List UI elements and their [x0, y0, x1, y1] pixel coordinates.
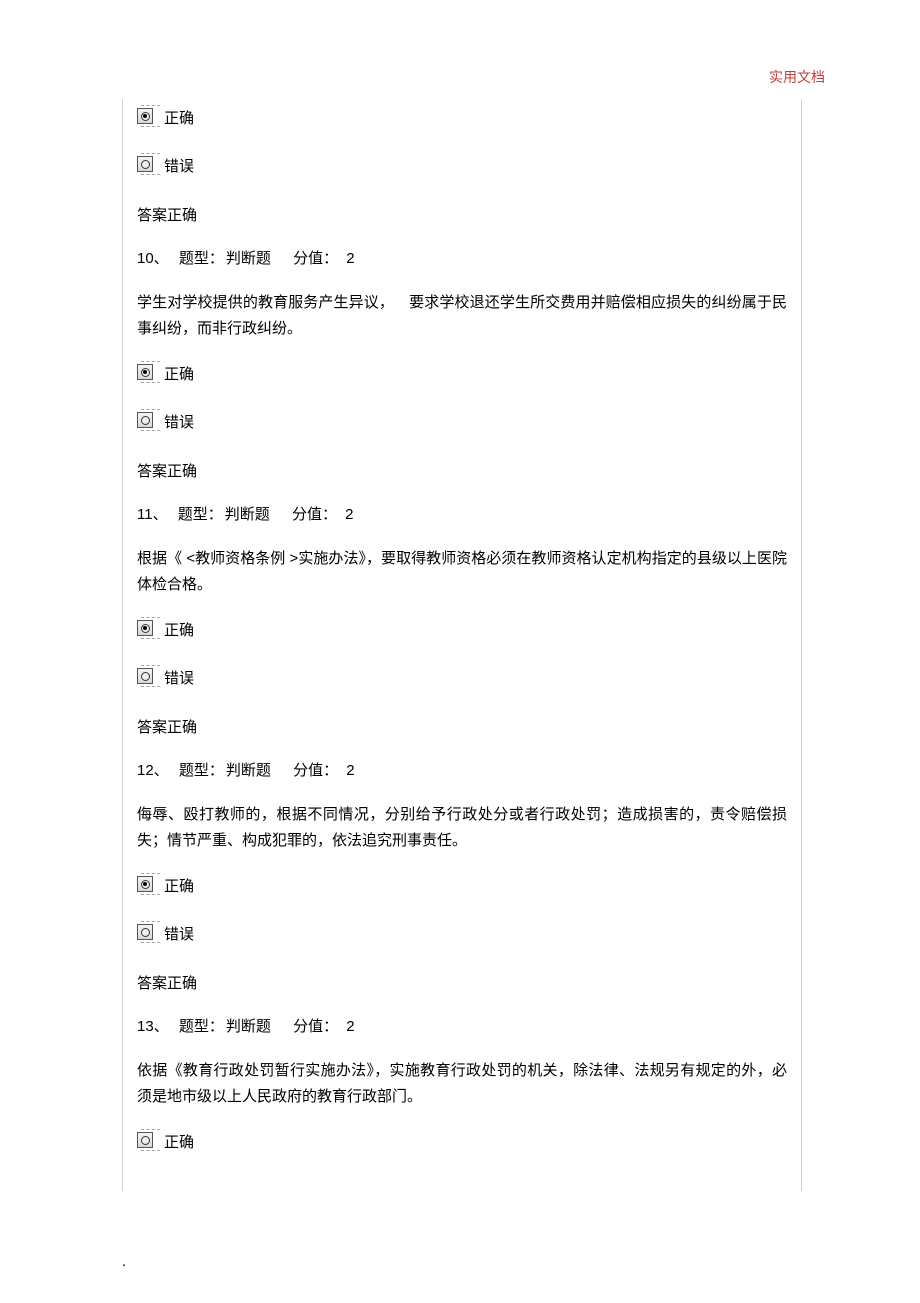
question-10: 10、 题型：判断题 分值： 2 学生对学校提供的教育服务产生异议， 要求学校退… [123, 234, 801, 490]
q12-number: 12、 [137, 760, 169, 783]
q11-text: 根据《 <教师资格条例 >实施办法》，要取得教师资格必须在教师资格认定机构指定的… [123, 532, 801, 603]
q11-score: 2 [345, 504, 353, 527]
q11-number: 11、 [137, 504, 168, 527]
q13-score: 2 [346, 1016, 354, 1039]
q10-number: 10、 [137, 248, 169, 271]
q13-number: 13、 [137, 1016, 169, 1039]
q11-option-correct[interactable]: 正确 [123, 613, 801, 643]
option-label-wrong: 错误 [164, 927, 194, 943]
radio-selected-icon [137, 617, 160, 639]
score-label: 分值： [293, 1016, 338, 1039]
q10-answer-result: 答案正确 [123, 443, 801, 490]
type-label: 题型： [179, 760, 224, 783]
radio-unselected-icon [137, 409, 160, 431]
option-label-correct: 正确 [164, 623, 194, 639]
question-9-partial: 正确 错误 答案正确 [123, 101, 801, 234]
q12-answer-result: 答案正确 [123, 955, 801, 1002]
q12-score: 2 [346, 760, 354, 783]
q9-answer-result: 答案正确 [123, 187, 801, 234]
option-label-correct: 正确 [164, 111, 194, 127]
q10-option-wrong[interactable]: 错误 [123, 405, 801, 435]
q13-option-correct[interactable]: 正确 [123, 1125, 801, 1155]
question-12: 12、 题型：判断题 分值： 2 侮辱、殴打教师的，根据不同情况，分别给予行政处… [123, 746, 801, 1002]
q11-header: 11、 题型：判断题 分值： 2 [123, 490, 801, 533]
q10-text: 学生对学校提供的教育服务产生异议， 要求学校退还学生所交费用并赔偿相应损失的纠纷… [123, 276, 801, 347]
q12-text: 侮辱、殴打教师的，根据不同情况，分别给予行政处分或者行政处罚；造成损害的，责令赔… [123, 788, 801, 859]
option-label-wrong: 错误 [164, 159, 194, 175]
radio-unselected-icon [137, 921, 160, 943]
score-label: 分值： [293, 248, 338, 271]
option-label-wrong: 错误 [164, 671, 194, 687]
type-label: 题型： [179, 248, 224, 271]
q10-type: 判断题 [226, 248, 271, 271]
content-area: 正确 错误 答案正确 10、 题型：判断题 分值： 2 学生对学校提供的教育服务… [122, 99, 802, 1191]
q12-option-correct[interactable]: 正确 [123, 869, 801, 899]
q11-type: 判断题 [225, 504, 270, 527]
q11-option-wrong[interactable]: 错误 [123, 661, 801, 691]
q12-header: 12、 题型：判断题 分值： 2 [123, 746, 801, 789]
q13-type: 判断题 [226, 1016, 271, 1039]
option-label-wrong: 错误 [164, 415, 194, 431]
q9-option-correct[interactable]: 正确 [123, 101, 801, 131]
q12-option-wrong[interactable]: 错误 [123, 917, 801, 947]
q10-score: 2 [346, 248, 354, 271]
type-label: 题型： [179, 1016, 224, 1039]
radio-unselected-icon [137, 665, 160, 687]
type-label: 题型： [178, 504, 223, 527]
q10-option-correct[interactable]: 正确 [123, 357, 801, 387]
q12-type: 判断题 [226, 760, 271, 783]
option-label-correct: 正确 [164, 1135, 194, 1151]
score-label: 分值： [293, 760, 338, 783]
q13-text: 依据《教育行政处罚暂行实施办法》，实施教育行政处罚的机关，除法律、法规另有规定的… [123, 1044, 801, 1115]
page-header-label: 实用文档 [0, 0, 920, 99]
q11-answer-result: 答案正确 [123, 699, 801, 746]
radio-selected-icon [137, 361, 160, 383]
radio-selected-icon [137, 105, 160, 127]
question-13: 13、 题型：判断题 分值： 2 依据《教育行政处罚暂行实施办法》，实施教育行政… [123, 1002, 801, 1156]
q13-header: 13、 题型：判断题 分值： 2 [123, 1002, 801, 1045]
option-label-correct: 正确 [164, 879, 194, 895]
q10-header: 10、 题型：判断题 分值： 2 [123, 234, 801, 277]
question-11: 11、 题型：判断题 分值： 2 根据《 <教师资格条例 >实施办法》，要取得教… [123, 490, 801, 746]
score-label: 分值： [292, 504, 337, 527]
radio-unselected-icon [137, 1129, 160, 1151]
radio-unselected-icon [137, 153, 160, 175]
footer-dot: . [0, 1191, 920, 1274]
radio-selected-icon [137, 873, 160, 895]
q9-option-wrong[interactable]: 错误 [123, 149, 801, 179]
option-label-correct: 正确 [164, 367, 194, 383]
